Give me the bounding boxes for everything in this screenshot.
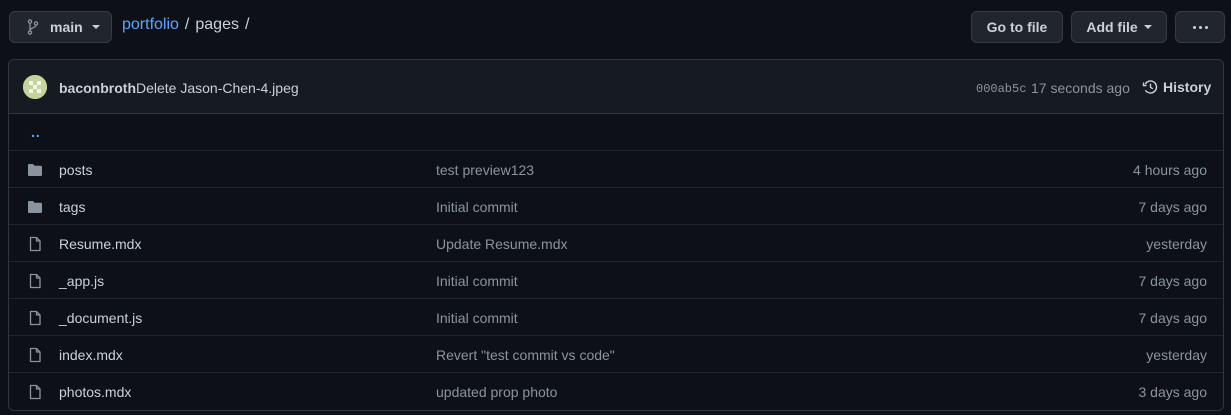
- breadcrumb-repo-link[interactable]: portfolio: [122, 16, 179, 34]
- file-commit-message-link[interactable]: Initial commit: [436, 199, 518, 215]
- latest-commit-bar: baconbroth Delete Jason-Chen-4.jpeg 000a…: [9, 60, 1223, 114]
- file-icon: [27, 310, 43, 326]
- breadcrumb: portfolio / pages /: [122, 16, 255, 34]
- file-icon: [27, 236, 43, 252]
- commit-time: 17 seconds ago: [1031, 80, 1130, 96]
- file-row: Resume.mdx Update Resume.mdx yesterday: [9, 225, 1223, 262]
- git-branch-icon: [27, 19, 39, 35]
- folder-icon: [27, 199, 43, 215]
- file-row: _app.js Initial commit 7 days ago: [9, 262, 1223, 299]
- file-navigation: main portfolio / pages / Go to file Add …: [0, 0, 1231, 56]
- file-row: photos.mdx updated prop photo 3 days ago: [9, 373, 1223, 410]
- file-browser: baconbroth Delete Jason-Chen-4.jpeg 000a…: [8, 59, 1224, 411]
- file-name-link[interactable]: posts: [59, 162, 92, 178]
- file-icon: [27, 384, 43, 400]
- add-file-button[interactable]: Add file: [1071, 11, 1167, 43]
- file-commit-age: 3 days ago: [1138, 384, 1208, 400]
- file-row: posts test preview123 4 hours ago: [9, 151, 1223, 188]
- file-name-link[interactable]: _app.js: [59, 273, 104, 289]
- breadcrumb-separator: /: [184, 16, 190, 33]
- file-commit-message-link[interactable]: test preview123: [436, 162, 534, 178]
- add-file-label: Add file: [1086, 19, 1138, 35]
- file-commit-age: 7 days ago: [1138, 310, 1208, 326]
- file-name-link[interactable]: tags: [59, 199, 85, 215]
- branch-selector-button[interactable]: main: [9, 11, 112, 43]
- file-commit-age: yesterday: [1146, 347, 1207, 363]
- file-commit-message-link[interactable]: Update Resume.mdx: [436, 236, 568, 252]
- chevron-down-icon: [1143, 25, 1152, 29]
- commit-sha-link[interactable]: 000ab5c: [976, 82, 1026, 96]
- more-options-button[interactable]: [1175, 11, 1225, 43]
- chevron-down-icon: [91, 25, 100, 29]
- file-commit-age: 7 days ago: [1138, 273, 1208, 289]
- file-name-link[interactable]: _document.js: [59, 310, 142, 326]
- breadcrumb-separator: /: [244, 16, 250, 33]
- file-row: index.mdx Revert "test commit vs code" y…: [9, 336, 1223, 373]
- file-name-link[interactable]: photos.mdx: [59, 384, 131, 400]
- parent-directory-row[interactable]: ..: [9, 114, 1223, 151]
- file-row: _document.js Initial commit 7 days ago: [9, 299, 1223, 336]
- file-commit-age: 7 days ago: [1138, 199, 1208, 215]
- file-commit-age: 4 hours ago: [1133, 162, 1207, 178]
- history-icon: [1142, 80, 1158, 94]
- file-row: tags Initial commit 7 days ago: [9, 188, 1223, 225]
- file-commit-message-link[interactable]: Initial commit: [436, 310, 518, 326]
- kebab-horizontal-icon: [1192, 25, 1208, 29]
- file-name-link[interactable]: Resume.mdx: [59, 236, 141, 252]
- go-to-file-button[interactable]: Go to file: [971, 11, 1063, 43]
- file-icon: [27, 273, 43, 289]
- file-list: .. posts test preview123 4 hours ago tag…: [9, 114, 1223, 410]
- file-icon: [27, 347, 43, 363]
- commit-message-link[interactable]: Delete Jason-Chen-4.jpeg: [136, 80, 299, 96]
- history-label: History: [1163, 79, 1212, 95]
- parent-directory-link[interactable]: ..: [31, 124, 41, 140]
- commit-author-link[interactable]: baconbroth: [59, 80, 136, 96]
- file-commit-message-link[interactable]: Revert "test commit vs code": [436, 347, 615, 363]
- avatar[interactable]: [23, 75, 47, 99]
- file-name-link[interactable]: index.mdx: [59, 347, 123, 363]
- file-commit-age: yesterday: [1146, 236, 1207, 252]
- file-commit-message-link[interactable]: Initial commit: [436, 273, 518, 289]
- file-commit-message-link[interactable]: updated prop photo: [436, 384, 557, 400]
- breadcrumb-current-dir: pages: [195, 16, 239, 33]
- branch-name: main: [50, 19, 83, 35]
- history-link[interactable]: History: [1142, 79, 1211, 95]
- folder-icon: [27, 162, 43, 178]
